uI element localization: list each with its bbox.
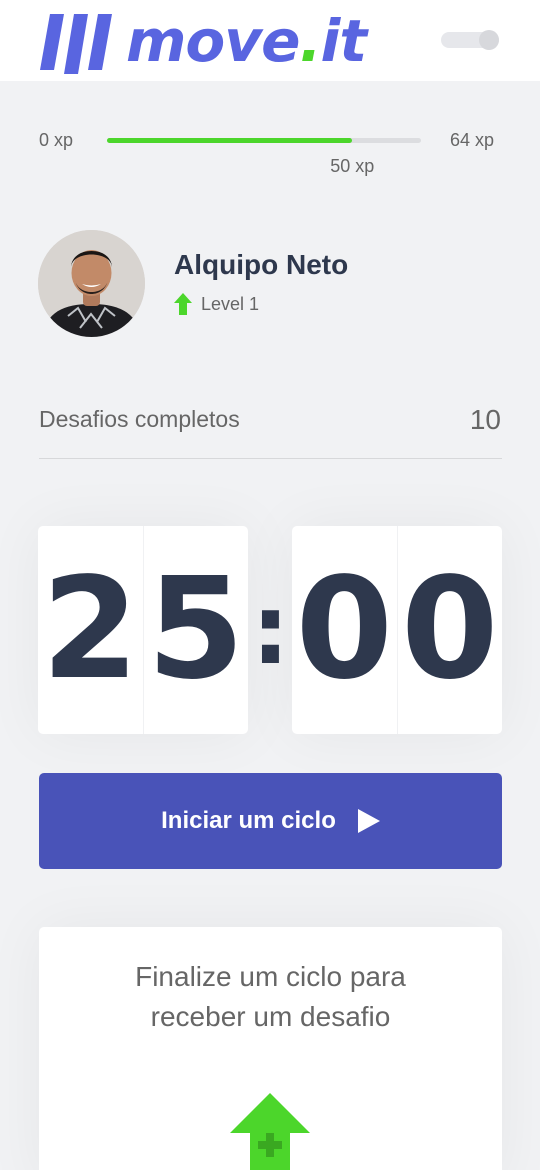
xp-current-label: 50 xp bbox=[330, 156, 375, 176]
logo-bars-icon bbox=[40, 14, 112, 74]
play-icon bbox=[357, 809, 380, 833]
countdown-second-left-digit: 0 bbox=[295, 548, 393, 711]
xp-max-label: 64 xp bbox=[450, 130, 495, 150]
level-label: Level 1 bbox=[201, 293, 260, 314]
logo-text-dot: . bbox=[299, 7, 321, 75]
countdown-separator: : bbox=[251, 574, 290, 686]
challenge-message-line-2: receber um desafio bbox=[150, 1001, 391, 1032]
completed-challenges-label: Desafios completos bbox=[39, 406, 240, 432]
start-cycle-label: Iniciar um ciclo bbox=[161, 807, 336, 834]
profile-name: Alquipo Neto bbox=[174, 249, 349, 280]
avatar-image bbox=[38, 230, 145, 337]
experience-bar-fill bbox=[107, 138, 353, 143]
experience-bar bbox=[107, 138, 421, 143]
challenge-message-line-1: Finalize um ciclo para bbox=[135, 961, 406, 992]
level-indicator: Level 1 bbox=[174, 292, 259, 316]
xp-min-label: 0 xp bbox=[39, 130, 74, 150]
theme-toggle[interactable] bbox=[441, 30, 499, 50]
divider bbox=[39, 458, 502, 459]
theme-toggle-knob bbox=[479, 30, 499, 50]
logo-text-main: move bbox=[126, 7, 300, 75]
logo-text: move. it bbox=[126, 7, 367, 75]
level-up-icon bbox=[230, 1093, 310, 1170]
countdown-minutes: 2 5 bbox=[38, 526, 248, 734]
countdown-minute-left-digit: 2 bbox=[41, 548, 139, 711]
challenge-message: Finalize um ciclo para receber um desafi… bbox=[39, 957, 502, 1037]
logo: move. it bbox=[40, 6, 367, 76]
app-header: move. it bbox=[0, 0, 540, 81]
countdown-minute-right-digit: 5 bbox=[142, 526, 249, 734]
countdown-seconds: 0 0 bbox=[292, 526, 502, 734]
avatar bbox=[38, 230, 145, 337]
start-cycle-button[interactable]: Iniciar um ciclo bbox=[39, 773, 502, 869]
logo-text-suffix: it bbox=[320, 7, 367, 75]
level-up-arrow-icon bbox=[174, 293, 192, 315]
countdown-second-right-digit: 0 bbox=[396, 526, 503, 734]
completed-challenges-value: 10 bbox=[469, 404, 501, 435]
challenge-box: Finalize um ciclo para receber um desafi… bbox=[39, 927, 502, 1170]
